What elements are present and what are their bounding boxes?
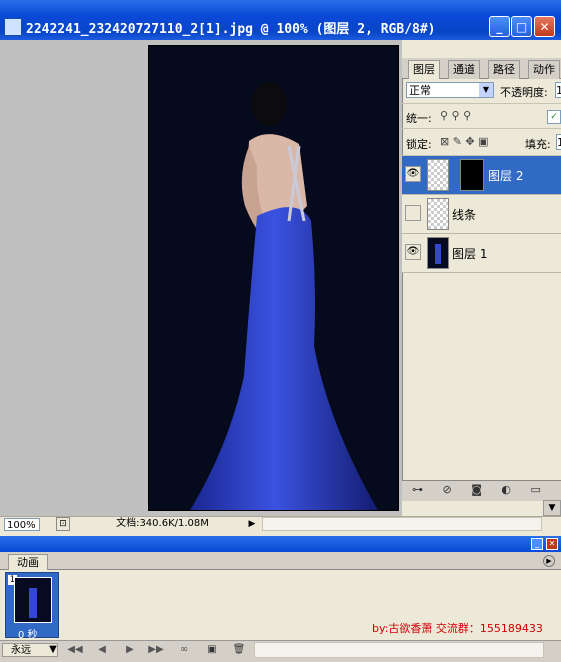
animation-panel-title-bar[interactable]: _ ✕ — [0, 536, 561, 552]
close-button[interactable]: ✕ — [534, 16, 555, 37]
animation-frame[interactable]: 1 0 秒 — [5, 572, 59, 641]
tab-animation[interactable]: 动画 — [8, 554, 48, 570]
window-title-bar[interactable]: 2242241_232420727110_2[1].jpg @ 100% (图层… — [0, 0, 561, 40]
minimize-button[interactable]: _ — [531, 538, 543, 550]
woman-in-blue-gown-image — [149, 46, 398, 510]
layer-name: 图层 2 — [488, 169, 524, 183]
photoshop-doc-icon — [4, 18, 22, 36]
layer-row-layer2[interactable]: 👁 图层 2 — [402, 156, 561, 195]
layers-panel-tabs: 图层 通道 路径 动作 — [402, 58, 561, 79]
layer-row-layer1[interactable]: 👁 图层 1 — [402, 234, 561, 273]
layer-name: 线条 — [452, 208, 477, 222]
play-icon[interactable]: ▶ — [122, 643, 138, 657]
maximize-button[interactable]: □ — [511, 16, 532, 37]
fill-field[interactable]: 1 — [556, 134, 561, 150]
eye-icon[interactable]: 👁 — [405, 244, 421, 260]
delete-frame-icon[interactable]: 🗑 — [232, 643, 246, 657]
tween-icon[interactable]: ∞ — [174, 643, 194, 657]
layer-thumbnail — [427, 237, 449, 269]
tab-layers[interactable]: 图层 — [408, 60, 440, 79]
minimize-button[interactable]: _ — [489, 16, 510, 37]
lock-icons[interactable]: ⊠ ✎ ✥ ▣ — [440, 135, 489, 148]
document-image[interactable] — [148, 45, 399, 511]
lock-label: 锁定: — [406, 138, 432, 151]
zoom-field[interactable]: 100% — [4, 518, 40, 531]
panel-menu-icon[interactable]: ▶ — [543, 555, 555, 567]
lock-row: 锁定: ⊠ ✎ ✥ ▣ 填充: 1 — [402, 129, 561, 156]
window-title: 2242241_232420727110_2[1].jpg @ 100% (图层… — [26, 22, 436, 37]
layers-panel-toolbar: ⊶ ⊘ ◙ ◐ ▭ ▢ — [402, 480, 561, 501]
layer-toolbar-icons[interactable]: ⊶ ⊘ ◙ ◐ ▭ ▢ — [412, 483, 561, 496]
status-menu-icon[interactable]: ⊡ — [56, 517, 70, 531]
close-button[interactable]: ✕ — [546, 538, 558, 550]
previous-frame-icon[interactable]: ◀ — [94, 643, 110, 657]
chevron-down-icon[interactable]: ▼ — [479, 83, 493, 97]
duplicate-frame-icon[interactable]: ▣ — [205, 643, 219, 657]
layer-thumbnail — [427, 198, 449, 230]
tab-actions[interactable]: 动作 — [528, 60, 560, 79]
tab-channels[interactable]: 通道 — [448, 60, 480, 79]
animation-tab-row: ▶ — [0, 552, 561, 570]
eye-icon[interactable]: 👁 — [405, 166, 421, 182]
layer-thumbnail — [427, 159, 449, 191]
propagate-checkbox[interactable]: ✓ — [547, 110, 561, 124]
frame-delay[interactable]: 0 秒 — [18, 626, 38, 641]
frame-thumbnail — [14, 577, 52, 623]
opacity-field[interactable]: 1 — [555, 82, 561, 98]
tab-paths[interactable]: 路径 — [488, 60, 520, 79]
unify-row: 统一: ⚲ ⚲ ⚲ ✓ — [402, 104, 561, 129]
visibility-toggle-empty[interactable] — [405, 205, 421, 221]
chevron-down-icon[interactable]: ▼ — [48, 643, 58, 657]
horizontal-scrollbar[interactable] — [262, 517, 542, 531]
opacity-label: 不透明度: — [500, 86, 548, 99]
layer-name: 图层 1 — [452, 247, 488, 261]
layer-row-lines[interactable]: 线条 — [402, 195, 561, 234]
fill-label: 填充: — [525, 138, 551, 151]
first-frame-icon[interactable]: ◀◀ — [66, 643, 84, 657]
layer-mask-thumbnail — [460, 159, 484, 191]
blend-row: 正常 ▼ 不透明度: 1 — [402, 79, 561, 104]
status-arrow-icon[interactable]: ▶ — [246, 517, 258, 531]
credit-text: by:古欲香萧 交流群：155189433 — [372, 622, 543, 635]
animation-scrollbar[interactable] — [254, 642, 544, 658]
scroll-down-icon[interactable]: ▼ — [543, 500, 561, 516]
document-size-info: 文档:340.6K/1.08M — [116, 518, 209, 529]
unify-label: 统一: — [406, 112, 432, 125]
next-frame-icon[interactable]: ▶▶ — [148, 643, 164, 657]
unify-icons[interactable]: ⚲ ⚲ ⚲ — [440, 109, 471, 122]
